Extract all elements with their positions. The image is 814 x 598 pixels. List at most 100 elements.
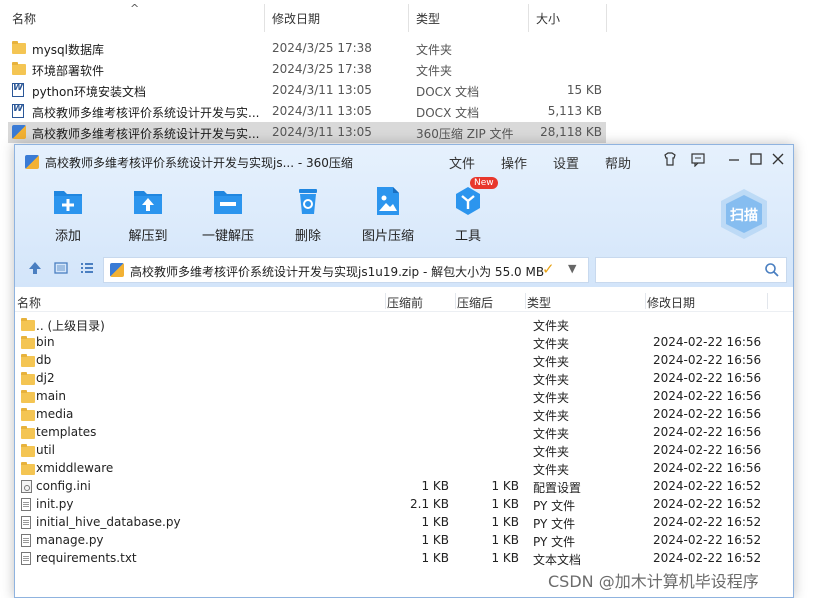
add-icon bbox=[52, 185, 84, 217]
file-row[interactable]: templates 文件夹 2024-02-22 16:56 bbox=[15, 423, 793, 441]
col-after[interactable]: 压缩后 bbox=[457, 294, 493, 311]
file-type: PY 文件 bbox=[533, 499, 576, 513]
column-divider[interactable] bbox=[408, 4, 409, 32]
file-row[interactable]: init.py 2.1 KB 1 KB PY 文件 2024-02-22 16:52 bbox=[15, 495, 793, 513]
file-row[interactable]: manage.py 1 KB 1 KB PY 文件 2024-02-22 16:52 bbox=[15, 531, 793, 549]
file-name: .. (上级目录) bbox=[36, 319, 105, 333]
menu-settings[interactable]: 设置 bbox=[553, 153, 579, 172]
sort-ascending-icon: ^ bbox=[130, 2, 140, 15]
explorer-row[interactable]: 高校教师多维考核评价系统设计开发与实... 2024/3/11 13:05 360压… bbox=[8, 122, 606, 143]
explorer-item-name: 环境部署软件 bbox=[32, 64, 105, 78]
word-doc-icon bbox=[12, 104, 24, 118]
one-click-extract-button[interactable]: 一键解压 bbox=[197, 185, 259, 245]
col-before[interactable]: 压缩前 bbox=[387, 294, 423, 311]
skin-icon[interactable] bbox=[661, 151, 679, 169]
explorer-col-name[interactable]: 名称 bbox=[12, 10, 36, 28]
add-button[interactable]: 添加 bbox=[37, 185, 99, 245]
tools-label: 工具 bbox=[454, 229, 481, 244]
file-date: 2024-02-22 16:56 bbox=[653, 389, 762, 403]
file-date: 2024-02-22 16:56 bbox=[653, 461, 762, 475]
minimize-icon[interactable] bbox=[725, 151, 743, 169]
archiver-window: 高校教师多维考核评价系统设计开发与实现js... - 360压缩 文件 操作 设… bbox=[14, 144, 794, 598]
file-date: 2024-02-22 16:56 bbox=[653, 335, 762, 349]
file-size-before: 2.1 KB bbox=[410, 497, 449, 511]
column-divider[interactable] bbox=[264, 4, 265, 32]
path-field[interactable]: 高校教师多维考核评价系统设计开发与实现js1u19.zip - 解包大小为 55… bbox=[103, 257, 589, 283]
column-divider[interactable] bbox=[528, 4, 529, 32]
file-row[interactable]: util 文件夹 2024-02-22 16:56 bbox=[15, 441, 793, 459]
file-size-before: 1 KB bbox=[421, 551, 449, 565]
column-divider[interactable] bbox=[525, 293, 526, 309]
file-type: 文件夹 bbox=[533, 463, 570, 477]
folder-icon bbox=[12, 41, 26, 54]
file-size-before: 1 KB bbox=[421, 479, 449, 493]
column-divider[interactable] bbox=[455, 293, 456, 309]
explorer-col-size[interactable]: 大小 bbox=[536, 10, 560, 28]
explorer-row[interactable]: 环境部署软件 2024/3/25 17:38 文件夹 bbox=[8, 59, 606, 80]
explorer-item-size: 15 KB bbox=[566, 83, 602, 97]
explorer-col-type[interactable]: 类型 bbox=[416, 10, 440, 28]
file-type: 文件夹 bbox=[533, 355, 570, 369]
folder-icon bbox=[21, 318, 35, 331]
menu-operate[interactable]: 操作 bbox=[501, 153, 527, 172]
folder-icon bbox=[21, 354, 35, 367]
folder-icon bbox=[21, 462, 35, 475]
col-name[interactable]: 名称 bbox=[17, 294, 41, 311]
folder-icon bbox=[21, 444, 35, 457]
list-view-icon[interactable] bbox=[79, 261, 95, 277]
file-size-after: 1 KB bbox=[491, 497, 519, 511]
thumbnail-view-icon[interactable] bbox=[53, 261, 69, 277]
file-icon bbox=[21, 516, 31, 529]
file-row[interactable]: .. (上级目录) 文件夹 bbox=[15, 315, 793, 333]
scan-button[interactable]: 扫描 bbox=[717, 187, 771, 241]
explorer-row[interactable]: python环境安装文档 2024/3/11 13:05 DOCX 文档 15 KB bbox=[8, 80, 606, 101]
maximize-icon[interactable] bbox=[747, 151, 765, 169]
file-row[interactable]: db 文件夹 2024-02-22 16:56 bbox=[15, 351, 793, 369]
image-compress-button[interactable]: 图片压缩 bbox=[357, 185, 419, 245]
file-list-header: 名称 压缩前 压缩后 类型 修改日期 bbox=[15, 291, 793, 312]
column-divider[interactable] bbox=[645, 293, 646, 309]
file-row[interactable]: media 文件夹 2024-02-22 16:56 bbox=[15, 405, 793, 423]
file-type: PY 文件 bbox=[533, 517, 576, 531]
tools-button[interactable]: 工具 bbox=[437, 185, 499, 245]
explorer-col-date[interactable]: 修改日期 bbox=[272, 10, 320, 28]
nav-bar: 高校教师多维考核评价系统设计开发与实现js1u19.zip - 解包大小为 55… bbox=[15, 253, 793, 287]
up-level-icon[interactable] bbox=[27, 261, 43, 277]
col-type[interactable]: 类型 bbox=[527, 294, 551, 311]
verified-check-icon: ✓ bbox=[542, 260, 555, 278]
folder-icon bbox=[21, 372, 35, 385]
file-row[interactable]: xmiddleware 文件夹 2024-02-22 16:56 bbox=[15, 459, 793, 477]
file-row[interactable]: requirements.txt 1 KB 1 KB 文本文档 2024-02-22 1… bbox=[15, 549, 793, 567]
file-row[interactable]: initial_hive_database.py 1 KB 1 KB PY 文件 202… bbox=[15, 513, 793, 531]
file-date: 2024-02-22 16:52 bbox=[653, 479, 762, 493]
search-icon[interactable] bbox=[764, 262, 780, 278]
explorer-row[interactable]: 高校教师多维考核评价系统设计开发与实... 2024/3/11 13:05 DOCX… bbox=[8, 101, 606, 122]
file-row[interactable]: dj2 文件夹 2024-02-22 16:56 bbox=[15, 369, 793, 387]
window-title: 高校教师多维考核评价系统设计开发与实现js... - 360压缩 bbox=[45, 156, 353, 170]
file-type: 配置设置 bbox=[533, 481, 582, 495]
file-date: 2024-02-22 16:52 bbox=[653, 533, 762, 547]
column-divider[interactable] bbox=[606, 4, 607, 32]
col-date[interactable]: 修改日期 bbox=[647, 294, 695, 311]
feedback-icon[interactable] bbox=[689, 151, 707, 169]
file-icon bbox=[21, 534, 31, 547]
file-date: 2024-02-22 16:52 bbox=[653, 551, 762, 565]
menu-help[interactable]: 帮助 bbox=[605, 153, 631, 172]
search-input[interactable] bbox=[595, 257, 787, 283]
one-click-extract-label: 一键解压 bbox=[201, 229, 254, 244]
title-bar[interactable]: 高校教师多维考核评价系统设计开发与实现js... - 360压缩 文件 操作 设… bbox=[15, 145, 793, 177]
extract-to-button[interactable]: 解压到 bbox=[117, 185, 179, 245]
delete-button[interactable]: 删除 bbox=[277, 185, 339, 245]
column-divider[interactable] bbox=[385, 293, 386, 309]
path-text: 高校教师多维考核评价系统设计开发与实现js1u19.zip - 解包大小为 55… bbox=[130, 265, 545, 279]
explorer-item-size: 28,118 KB bbox=[540, 125, 602, 139]
chevron-down-icon[interactable]: ▼ bbox=[568, 262, 576, 275]
file-row[interactable]: bin 文件夹 2024-02-22 16:56 bbox=[15, 333, 793, 351]
file-row[interactable]: config.ini 1 KB 1 KB 配置设置 2024-02-22 16:52 bbox=[15, 477, 793, 495]
file-row[interactable]: main 文件夹 2024-02-22 16:56 bbox=[15, 387, 793, 405]
menu-file[interactable]: 文件 bbox=[449, 153, 475, 172]
column-divider[interactable] bbox=[767, 293, 768, 309]
explorer-row[interactable]: mysql数据库 2024/3/25 17:38 文件夹 bbox=[8, 38, 606, 59]
explorer-item-type: DOCX 文档 bbox=[416, 85, 480, 99]
close-icon[interactable] bbox=[769, 151, 787, 169]
